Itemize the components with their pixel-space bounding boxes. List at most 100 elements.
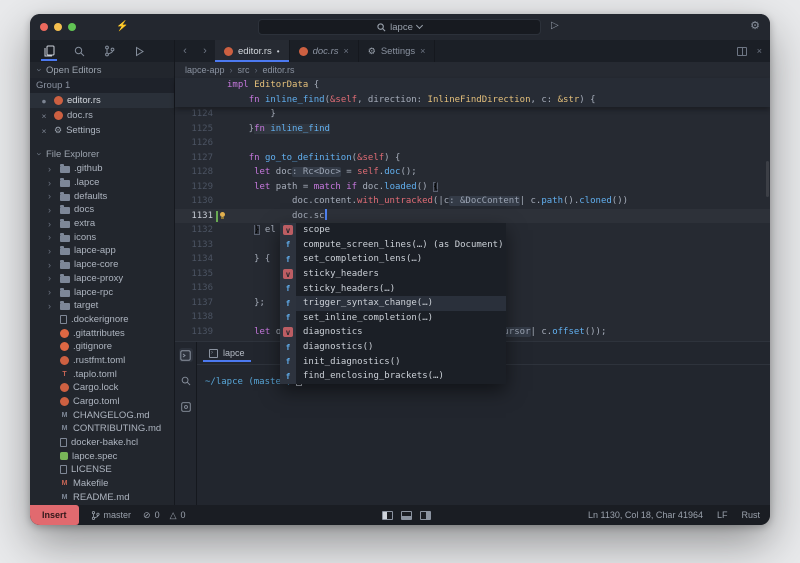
tree-item[interactable]: .rustfmt.toml — [30, 354, 174, 368]
language-mode[interactable]: Rust — [741, 510, 760, 520]
cursor-position[interactable]: Ln 1130, Col 18, Char 41964 — [588, 510, 703, 520]
rust-file-icon — [54, 96, 63, 105]
tree-item[interactable]: ›.lapce — [30, 176, 174, 190]
tree-item[interactable]: ›lapce-proxy — [30, 272, 174, 286]
completion-item[interactable]: ftrigger_syntax_change(…) — [280, 296, 506, 311]
panel-debug-icon[interactable] — [179, 400, 193, 414]
source-control-panel-icon[interactable] — [100, 41, 118, 61]
code-text: let path = match if doc.loaded() { — [227, 180, 438, 195]
tree-item[interactable]: .gitattributes — [30, 326, 174, 340]
search-icon — [377, 23, 386, 32]
tree-item[interactable]: ›extra — [30, 217, 174, 231]
search-panel-icon[interactable] — [70, 41, 88, 61]
settings-gear-icon[interactable]: ⚙ — [750, 19, 760, 32]
panel-search-icon[interactable] — [179, 374, 193, 388]
completion-item[interactable]: vdiagnostics — [280, 325, 506, 340]
tree-item[interactable]: ›.github — [30, 162, 174, 176]
tab-editor.rs[interactable]: editor.rs• — [215, 40, 290, 62]
lightbulb-icon[interactable] — [220, 212, 225, 217]
tree-item[interactable]: MREADME.md — [30, 491, 174, 505]
tree-item[interactable]: Cargo.lock — [30, 381, 174, 395]
terminal-panel-icon[interactable] — [179, 348, 193, 362]
git-branch-indicator[interactable]: master — [91, 510, 132, 521]
tree-item[interactable]: Cargo.toml — [30, 395, 174, 409]
close-window-button[interactable] — [40, 23, 48, 31]
tree-item[interactable]: ›lapce-app — [30, 244, 174, 258]
tree-item[interactable]: docker-bake.hcl — [30, 436, 174, 450]
code-line[interactable]: 1129 let path = match if doc.loaded() { — [175, 180, 770, 195]
completion-item[interactable]: fsticky_headers(…) — [280, 281, 506, 296]
split-editor-icon[interactable] — [737, 47, 747, 56]
editor-mode-badge[interactable]: Insert — [30, 505, 79, 525]
file-explorer-header[interactable]: › File Explorer — [30, 146, 174, 162]
tree-item[interactable]: ›docs — [30, 203, 174, 217]
close-icon[interactable]: × — [38, 126, 50, 136]
problems-indicator[interactable]: ⊘ 0 △ 0 — [143, 510, 186, 521]
command-palette-search[interactable]: lapce — [258, 19, 541, 35]
debug-panel-icon[interactable] — [130, 41, 148, 61]
gutter-decorations — [213, 238, 227, 253]
completion-item[interactable]: fset_inline_completion(…) — [280, 311, 506, 326]
tree-item[interactable]: .dockerignore — [30, 313, 174, 327]
code-line[interactable]: 1127 fn go_to_definition(&self) { — [175, 151, 770, 166]
tree-item[interactable]: LICENSE — [30, 463, 174, 477]
code-line[interactable]: 1131 doc.sc — [175, 209, 770, 224]
completion-item[interactable]: ffind_enclosing_brackets(…) — [280, 369, 506, 384]
code-line[interactable]: 1128 let doc: Rc<Doc> = self.doc(); — [175, 165, 770, 180]
completion-item[interactable]: vscope — [280, 223, 506, 238]
open-editor-item[interactable]: ●editor.rs — [30, 93, 174, 108]
tree-item[interactable]: MCHANGELOG.md — [30, 408, 174, 422]
code-line[interactable]: 1124 } — [175, 107, 770, 122]
remote-connection-icon[interactable]: ⚡ — [116, 22, 128, 32]
completion-item[interactable]: finit_diagnostics() — [280, 354, 506, 369]
code-line[interactable]: impl EditorData { — [175, 78, 770, 93]
nav-forward-icon[interactable]: › — [195, 40, 215, 62]
tree-item[interactable]: MCONTRIBUTING.md — [30, 422, 174, 436]
modified-dot-icon[interactable]: ● — [38, 96, 50, 106]
run-button[interactable]: ▷ — [551, 20, 559, 31]
tree-item[interactable]: ›lapce-rpc — [30, 285, 174, 299]
completion-item[interactable]: fset_completion_lens(…) — [280, 252, 506, 267]
line-ending[interactable]: LF — [717, 510, 728, 520]
chevron-right-icon: › — [48, 191, 56, 201]
tree-item[interactable]: ›defaults — [30, 189, 174, 203]
terminal-tab[interactable]: › lapce — [203, 346, 251, 362]
code-line[interactable]: 1130 doc.content.with_untracked(|c: &Doc… — [175, 194, 770, 209]
tab-Settings[interactable]: ⚙Settings× — [359, 40, 436, 62]
tree-item[interactable]: lapce.spec — [30, 449, 174, 463]
close-icon[interactable]: × — [38, 111, 50, 121]
completion-item[interactable]: fdiagnostics() — [280, 340, 506, 355]
completion-item[interactable]: fcompute_screen_lines(…) (as Document) — [280, 238, 506, 253]
tree-item[interactable]: .gitignore — [30, 340, 174, 354]
tree-item[interactable]: ›target — [30, 299, 174, 313]
breadcrumb-segment[interactable]: src — [238, 65, 250, 75]
breadcrumb-segment[interactable]: lapce-app — [185, 65, 225, 75]
tree-item[interactable]: ›icons — [30, 230, 174, 244]
breadcrumb[interactable]: lapce-app›src›editor.rs — [175, 62, 770, 78]
open-editor-item[interactable]: ×doc.rs — [30, 108, 174, 123]
explorer-panel-icon[interactable] — [40, 41, 58, 61]
breadcrumb-segment[interactable]: editor.rs — [263, 65, 295, 75]
minimize-window-button[interactable] — [54, 23, 62, 31]
code-line[interactable]: fn inline_find(&self, direction: InlineF… — [175, 93, 770, 108]
close-tab-icon[interactable]: × — [420, 46, 425, 56]
warning-icon: △ — [170, 510, 177, 521]
open-editor-item[interactable]: ×⚙Settings — [30, 123, 174, 138]
completion-item[interactable]: vsticky_headers — [280, 267, 506, 282]
tree-item[interactable]: MMakefile — [30, 477, 174, 491]
close-editor-icon[interactable]: × — [757, 46, 762, 56]
line-number: 1139 — [175, 325, 213, 340]
close-tab-icon[interactable]: × — [343, 46, 348, 56]
editor-scrollbar-thumb[interactable] — [766, 161, 769, 197]
tree-item[interactable]: T.taplo.toml — [30, 367, 174, 381]
toggle-bottom-panel-icon[interactable] — [401, 511, 412, 520]
maximize-window-button[interactable] — [68, 23, 76, 31]
toggle-right-panel-icon[interactable] — [420, 511, 431, 520]
open-editors-header[interactable]: › Open Editors — [30, 62, 174, 78]
toggle-left-panel-icon[interactable] — [382, 511, 393, 520]
code-line[interactable]: 1125 }fn inline_find — [175, 122, 770, 137]
code-line[interactable]: 1126 — [175, 136, 770, 151]
tab-doc.rs[interactable]: doc.rs× — [290, 40, 359, 62]
tree-item[interactable]: ›lapce-core — [30, 258, 174, 272]
nav-back-icon[interactable]: ‹ — [175, 40, 195, 62]
